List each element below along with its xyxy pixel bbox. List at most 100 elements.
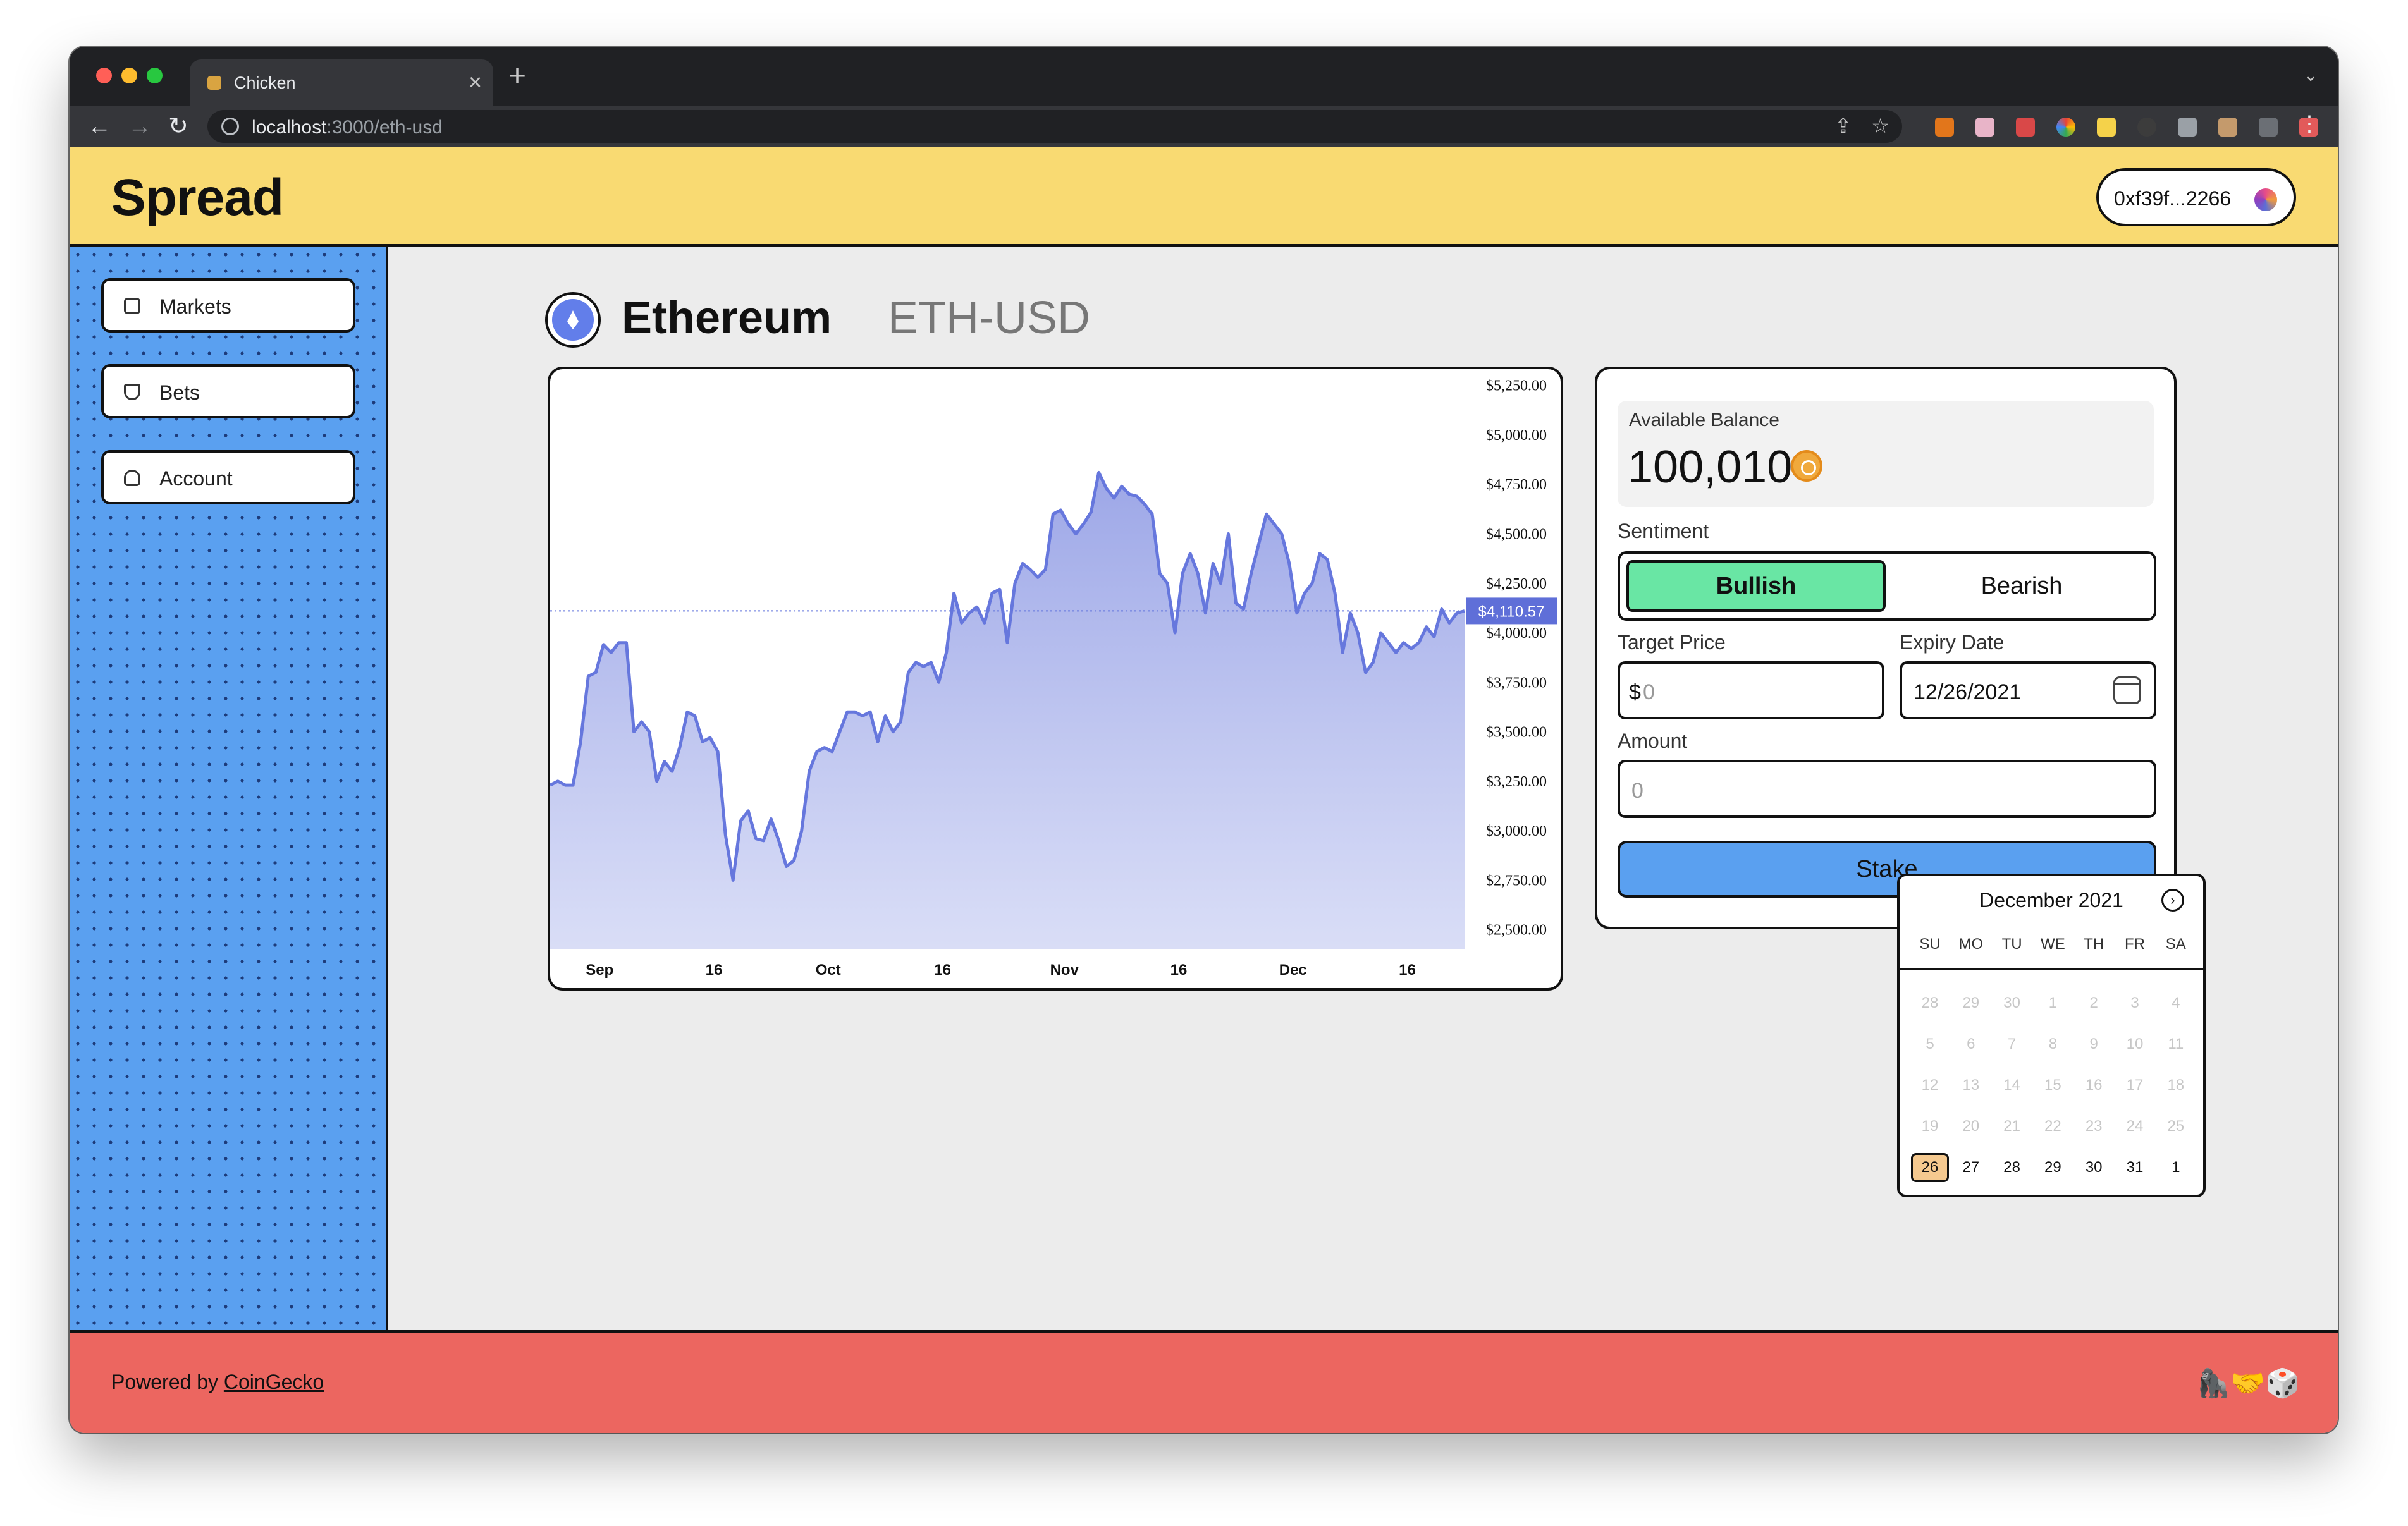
y-tick-label: $4,750.00	[1486, 477, 1547, 493]
sidebar-item-label: Markets	[159, 295, 231, 318]
calendar-icon[interactable]	[2113, 676, 2141, 704]
coingecko-link[interactable]: CoinGecko	[224, 1370, 324, 1393]
chevron-right-icon[interactable]: ›	[2161, 889, 2184, 912]
close-tab-icon[interactable]: ×	[469, 68, 482, 96]
extension-icon[interactable]	[2016, 118, 2035, 137]
calendar-day: 9	[2089, 1035, 2098, 1053]
sidebar-item-markets[interactable]: Markets	[101, 278, 355, 333]
y-tick-label: $5,000.00	[1486, 427, 1547, 444]
y-tick-label: $5,250.00	[1486, 378, 1547, 394]
bookmark-star-icon[interactable]: ☆	[1871, 114, 1889, 138]
calendar-day[interactable]: 27	[1952, 1153, 1990, 1182]
calendar-day: 28	[1921, 994, 1939, 1011]
target-price-input[interactable]: $ 0	[1618, 661, 1884, 719]
weekday-label: SU	[1919, 936, 1941, 953]
calendar-day[interactable]: 30	[2075, 1153, 2113, 1182]
extension-icon[interactable]	[2137, 118, 2156, 137]
expiry-date-input[interactable]: 12/26/2021	[1900, 661, 2156, 719]
calendar-day: 12	[1921, 1077, 1939, 1094]
extension-icon[interactable]	[2218, 118, 2237, 137]
sentiment-toggle: Bullish Bearish	[1618, 551, 2156, 621]
maximize-window-button[interactable]	[147, 68, 163, 83]
metamask-extension-icon[interactable]	[1935, 118, 1954, 137]
calendar-day: 30	[2003, 994, 2020, 1011]
target-price-label: Target Price	[1618, 631, 1726, 654]
close-window-button[interactable]	[96, 68, 112, 83]
sidebar-item-account[interactable]: Account	[101, 450, 355, 504]
calendar-day[interactable]: 28	[1993, 1153, 2031, 1182]
wallet-button[interactable]: 0xf39f...2266	[2096, 168, 2296, 226]
browser-menu-icon[interactable]: ⋮	[2299, 111, 2320, 137]
tab-search-icon[interactable]: ⌄	[2304, 66, 2318, 85]
url-field[interactable]: localhost:3000/eth-usd ⇪ ☆	[207, 110, 1902, 143]
calendar-day: 2	[2089, 994, 2098, 1011]
balance-label: Available Balance	[1629, 410, 1779, 430]
calendar-day: 20	[1962, 1118, 1980, 1135]
expiry-date-value: 12/26/2021	[1914, 680, 2022, 704]
tab-title: Chicken	[234, 73, 296, 92]
calendar-day: 18	[2167, 1077, 2185, 1094]
date-picker-popup: December 2021 › SU MO TU WE TH FR SA 28 29 30 1 2 3 4…	[1897, 874, 2206, 1197]
bullish-button[interactable]: Bullish	[1626, 560, 1886, 612]
extension-icon[interactable]	[2178, 118, 2197, 137]
date-picker-divider	[1900, 968, 2203, 970]
wallet-avatar-icon	[2254, 188, 2277, 211]
y-tick-label: $3,750.00	[1486, 674, 1547, 691]
app-footer: Powered by CoinGecko 🦍🤝🎲	[70, 1330, 2338, 1433]
calendar-day: 22	[2044, 1118, 2061, 1135]
x-tick-label: Dec	[1279, 961, 1307, 979]
extension-icon[interactable]	[2259, 118, 2278, 137]
new-tab-button[interactable]: +	[508, 59, 526, 94]
minimize-window-button[interactable]	[121, 68, 137, 83]
forward-icon[interactable]: →	[128, 111, 152, 142]
extension-icon[interactable]	[1975, 118, 1994, 137]
calendar-day: 5	[1926, 1035, 1934, 1053]
calendar-day: 8	[2048, 1035, 2058, 1053]
calendar-day: 10	[2126, 1035, 2144, 1053]
sidebar-item-bets[interactable]: Bets	[101, 364, 355, 418]
amount-input[interactable]: 0	[1618, 760, 2156, 818]
extension-icon[interactable]	[2056, 118, 2075, 137]
browser-tab[interactable]: Chicken ×	[190, 59, 493, 106]
asset-pair: ETH-USD	[888, 293, 1090, 343]
footer-credit: Powered by CoinGecko	[111, 1370, 324, 1394]
x-tick-label: 16	[706, 961, 723, 979]
calendar-day: 29	[1962, 994, 1980, 1011]
y-tick-label: $4,000.00	[1486, 625, 1547, 642]
balance-panel: Available Balance 100,010	[1618, 401, 2154, 507]
calendar-day: 6	[1967, 1035, 1975, 1053]
calendar-day[interactable]: 29	[2034, 1153, 2072, 1182]
weekday-label: WE	[2041, 936, 2065, 953]
bet-form: Available Balance 100,010 Sentiment Bull…	[1595, 367, 2177, 929]
weekday-label: TH	[2084, 936, 2104, 953]
calendar-day: 16	[2085, 1077, 2103, 1094]
y-tick-label: $2,750.00	[1486, 872, 1547, 889]
user-icon	[124, 470, 140, 486]
calendar-day[interactable]: 1	[2157, 1153, 2195, 1182]
y-tick-label: $3,250.00	[1486, 774, 1547, 790]
bearish-button[interactable]: Bearish	[1892, 560, 2151, 612]
app-header: Spread 0xf39f...2266	[70, 147, 2338, 247]
back-icon[interactable]: ←	[87, 111, 111, 142]
share-icon[interactable]: ⇪	[1834, 114, 1852, 138]
price-chart[interactable]: $4,110.57 $2,500.00 $2,750.00 $3,000.00 $3,2…	[548, 367, 1563, 991]
browser-window: Chicken × + ⌄ ← → ↻ localhost:3000/eth-u…	[70, 47, 2338, 1433]
price-chart-svg[interactable]: $4,110.57 $2,500.00 $2,750.00 $3,000.00 $3,2…	[550, 369, 1561, 988]
selected-day[interactable]: 26	[1911, 1153, 1949, 1182]
calendar-day: 24	[2126, 1118, 2144, 1135]
chicken-favicon-icon	[207, 76, 221, 90]
calendar-day: 25	[2167, 1118, 2185, 1135]
site-info-icon[interactable]	[221, 118, 239, 135]
calendar-day: 4	[2172, 994, 2180, 1011]
x-tick-label: 16	[1399, 961, 1416, 979]
app-logo[interactable]: Spread	[111, 168, 284, 228]
tab-bar: Chicken × + ⌄	[70, 47, 2338, 106]
calendar-day: 21	[2003, 1118, 2020, 1135]
calendar-day[interactable]: 31	[2116, 1153, 2154, 1182]
reload-icon[interactable]: ↻	[168, 111, 188, 142]
chart-icon	[124, 298, 140, 314]
extension-icon[interactable]	[2097, 118, 2116, 137]
target-price-placeholder: 0	[1643, 680, 1655, 704]
trophy-icon	[124, 384, 140, 400]
x-tick-label: 16	[934, 961, 951, 979]
